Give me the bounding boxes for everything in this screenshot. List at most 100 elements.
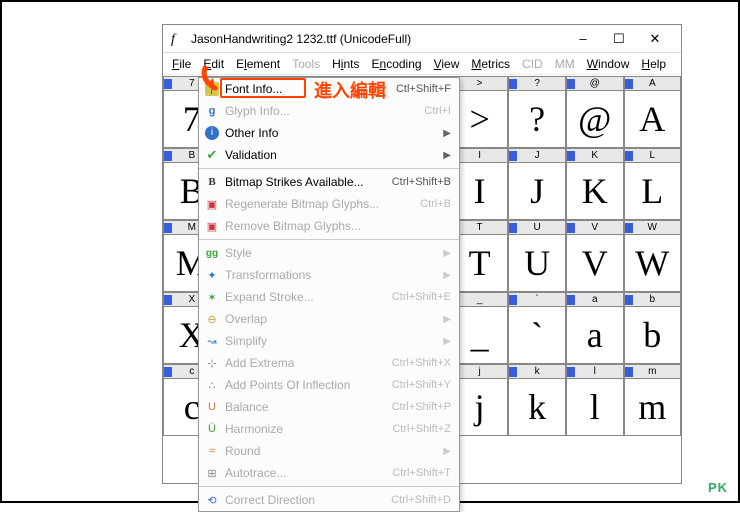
glyph-cell[interactable]: mm: [624, 364, 682, 436]
menu-shortcut: Ctrl+Shift+E: [392, 291, 451, 303]
glyph-body: b: [625, 307, 681, 363]
menu-item-label: Transformations: [225, 268, 437, 282]
menu-tools[interactable]: Tools: [287, 55, 325, 73]
menu-element[interactable]: Element: [231, 55, 285, 73]
glyph-body: l: [567, 379, 623, 435]
menu-view[interactable]: View: [429, 55, 465, 73]
glyph-body: T: [452, 235, 508, 291]
submenu-arrow-icon: ▶: [443, 336, 451, 347]
menu-item-label: Correct Direction: [225, 493, 391, 507]
glyph-header: m: [625, 365, 681, 379]
glyph-cell[interactable]: UU: [508, 220, 566, 292]
glyph-body: L: [625, 163, 681, 219]
menu-shortcut: Ctrl+Shift+Y: [392, 379, 451, 391]
menu-item-label: Regenerate Bitmap Glyphs...: [225, 197, 420, 211]
glyph-body: V: [567, 235, 623, 291]
menu-encoding[interactable]: Encoding: [366, 55, 426, 73]
glyph-body: _: [452, 307, 508, 363]
menu-item-label: Other Info: [225, 126, 437, 140]
window-controls: – ☐ ✕: [565, 27, 673, 51]
glyph-cell[interactable]: VV: [566, 220, 624, 292]
check-icon: ✔: [203, 147, 221, 163]
glyph-cell[interactable]: WW: [624, 220, 682, 292]
submenu-arrow-icon: ▶: [443, 248, 451, 259]
glyph-cell[interactable]: @@: [566, 76, 624, 148]
menu-item-label: Style: [225, 246, 437, 260]
corr-icon: ⟲: [203, 492, 221, 508]
menu-item-label: Autotrace...: [225, 466, 392, 480]
menu-item-regenerate-bitmap-glyphs: ▣Regenerate Bitmap Glyphs...Ctrl+B: [199, 193, 459, 215]
auto-icon: ⊞: [203, 465, 221, 481]
menu-help[interactable]: Help: [636, 55, 671, 73]
glyph-body: a: [567, 307, 623, 363]
glyph-cell[interactable]: ??: [508, 76, 566, 148]
menu-item-label: Overlap: [225, 312, 437, 326]
close-button[interactable]: ✕: [637, 27, 673, 51]
glyph-header: >: [452, 77, 508, 91]
menu-cid[interactable]: CID: [517, 55, 548, 73]
glyph-cell[interactable]: ll: [566, 364, 624, 436]
glyph-cell[interactable]: AA: [624, 76, 682, 148]
menu-item-overlap: ⊖Overlap▶: [199, 308, 459, 330]
menu-item-simplify: ↝ Simplify ▶: [199, 330, 459, 352]
titlebar: f JasonHandwriting2 1232.ttf (UnicodeFul…: [163, 25, 681, 53]
glyph-header: A: [625, 77, 681, 91]
glyph-body: W: [625, 235, 681, 291]
harm-icon: Ü: [203, 421, 221, 437]
glyph-cell[interactable]: kk: [508, 364, 566, 436]
simp-icon: ↝: [203, 333, 221, 349]
menu-separator: [199, 239, 459, 240]
glyph-cell[interactable]: ``: [508, 292, 566, 364]
submenu-arrow-icon: ▶: [443, 314, 451, 325]
glyph-cell[interactable]: KK: [566, 148, 624, 220]
glyph-header: b: [625, 293, 681, 307]
f-icon: f: [203, 81, 221, 97]
menu-item-label: Validation: [225, 148, 437, 162]
glyph-body: A: [625, 91, 681, 147]
minimize-button[interactable]: –: [565, 27, 601, 51]
glyph-cell[interactable]: JJ: [508, 148, 566, 220]
round-icon: ≈: [203, 443, 221, 459]
g-icon: g: [203, 103, 221, 119]
submenu-arrow-icon: ▶: [443, 128, 451, 139]
menu-item-label: Simplify: [225, 334, 437, 348]
pts-icon: ∴: [203, 377, 221, 393]
submenu-arrow-icon: ▶: [443, 150, 451, 161]
glyph-cell[interactable]: aa: [566, 292, 624, 364]
maximize-button[interactable]: ☐: [601, 27, 637, 51]
menu-window[interactable]: Window: [582, 55, 635, 73]
menu-item-label: Expand Stroke...: [225, 290, 392, 304]
menu-metrics[interactable]: Metrics: [466, 55, 515, 73]
glyph-header: W: [625, 221, 681, 235]
watermark: PK: [708, 480, 728, 495]
glyph-header: l: [567, 365, 623, 379]
menu-shortcut: Ctrl+I: [424, 105, 451, 117]
glyph-body: j: [452, 379, 508, 435]
menu-shortcut: Ctrl+Shift+D: [391, 494, 451, 506]
menu-item-other-info[interactable]: i Other Info ▶: [199, 122, 459, 144]
info-icon: i: [203, 125, 221, 141]
menu-item-validation[interactable]: ✔ Validation ▶: [199, 144, 459, 166]
menu-item-label: Add Extrema: [225, 356, 392, 370]
glyph-cell[interactable]: bb: [624, 292, 682, 364]
menu-file[interactable]: File: [167, 55, 196, 73]
trans-icon: ✦: [203, 267, 221, 283]
menu-hints[interactable]: Hints: [327, 55, 364, 73]
menu-edit[interactable]: Edit: [198, 55, 229, 73]
glyph-body: U: [509, 235, 565, 291]
glyph-body: m: [625, 379, 681, 435]
glyph-header: V: [567, 221, 623, 235]
glyph-header: J: [509, 149, 565, 163]
menu-item-label: Bitmap Strikes Available...: [225, 175, 392, 189]
menu-shortcut: Ctrl+Shift+B: [392, 176, 451, 188]
glyph-header: _: [452, 293, 508, 307]
glyph-header: I: [452, 149, 508, 163]
menu-item-harmonize: ÜHarmonizeCtrl+Shift+Z: [199, 418, 459, 440]
glyph-cell[interactable]: LL: [624, 148, 682, 220]
menu-item-bitmap-strikes-available[interactable]: BBitmap Strikes Available...Ctrl+Shift+B: [199, 171, 459, 193]
glyph-body: `: [509, 307, 565, 363]
menu-item-label: Round: [225, 444, 437, 458]
menu-item-label: Glyph Info...: [225, 104, 424, 118]
menu-mm[interactable]: MM: [550, 55, 580, 73]
annotation-text: 進入編輯: [314, 77, 386, 103]
